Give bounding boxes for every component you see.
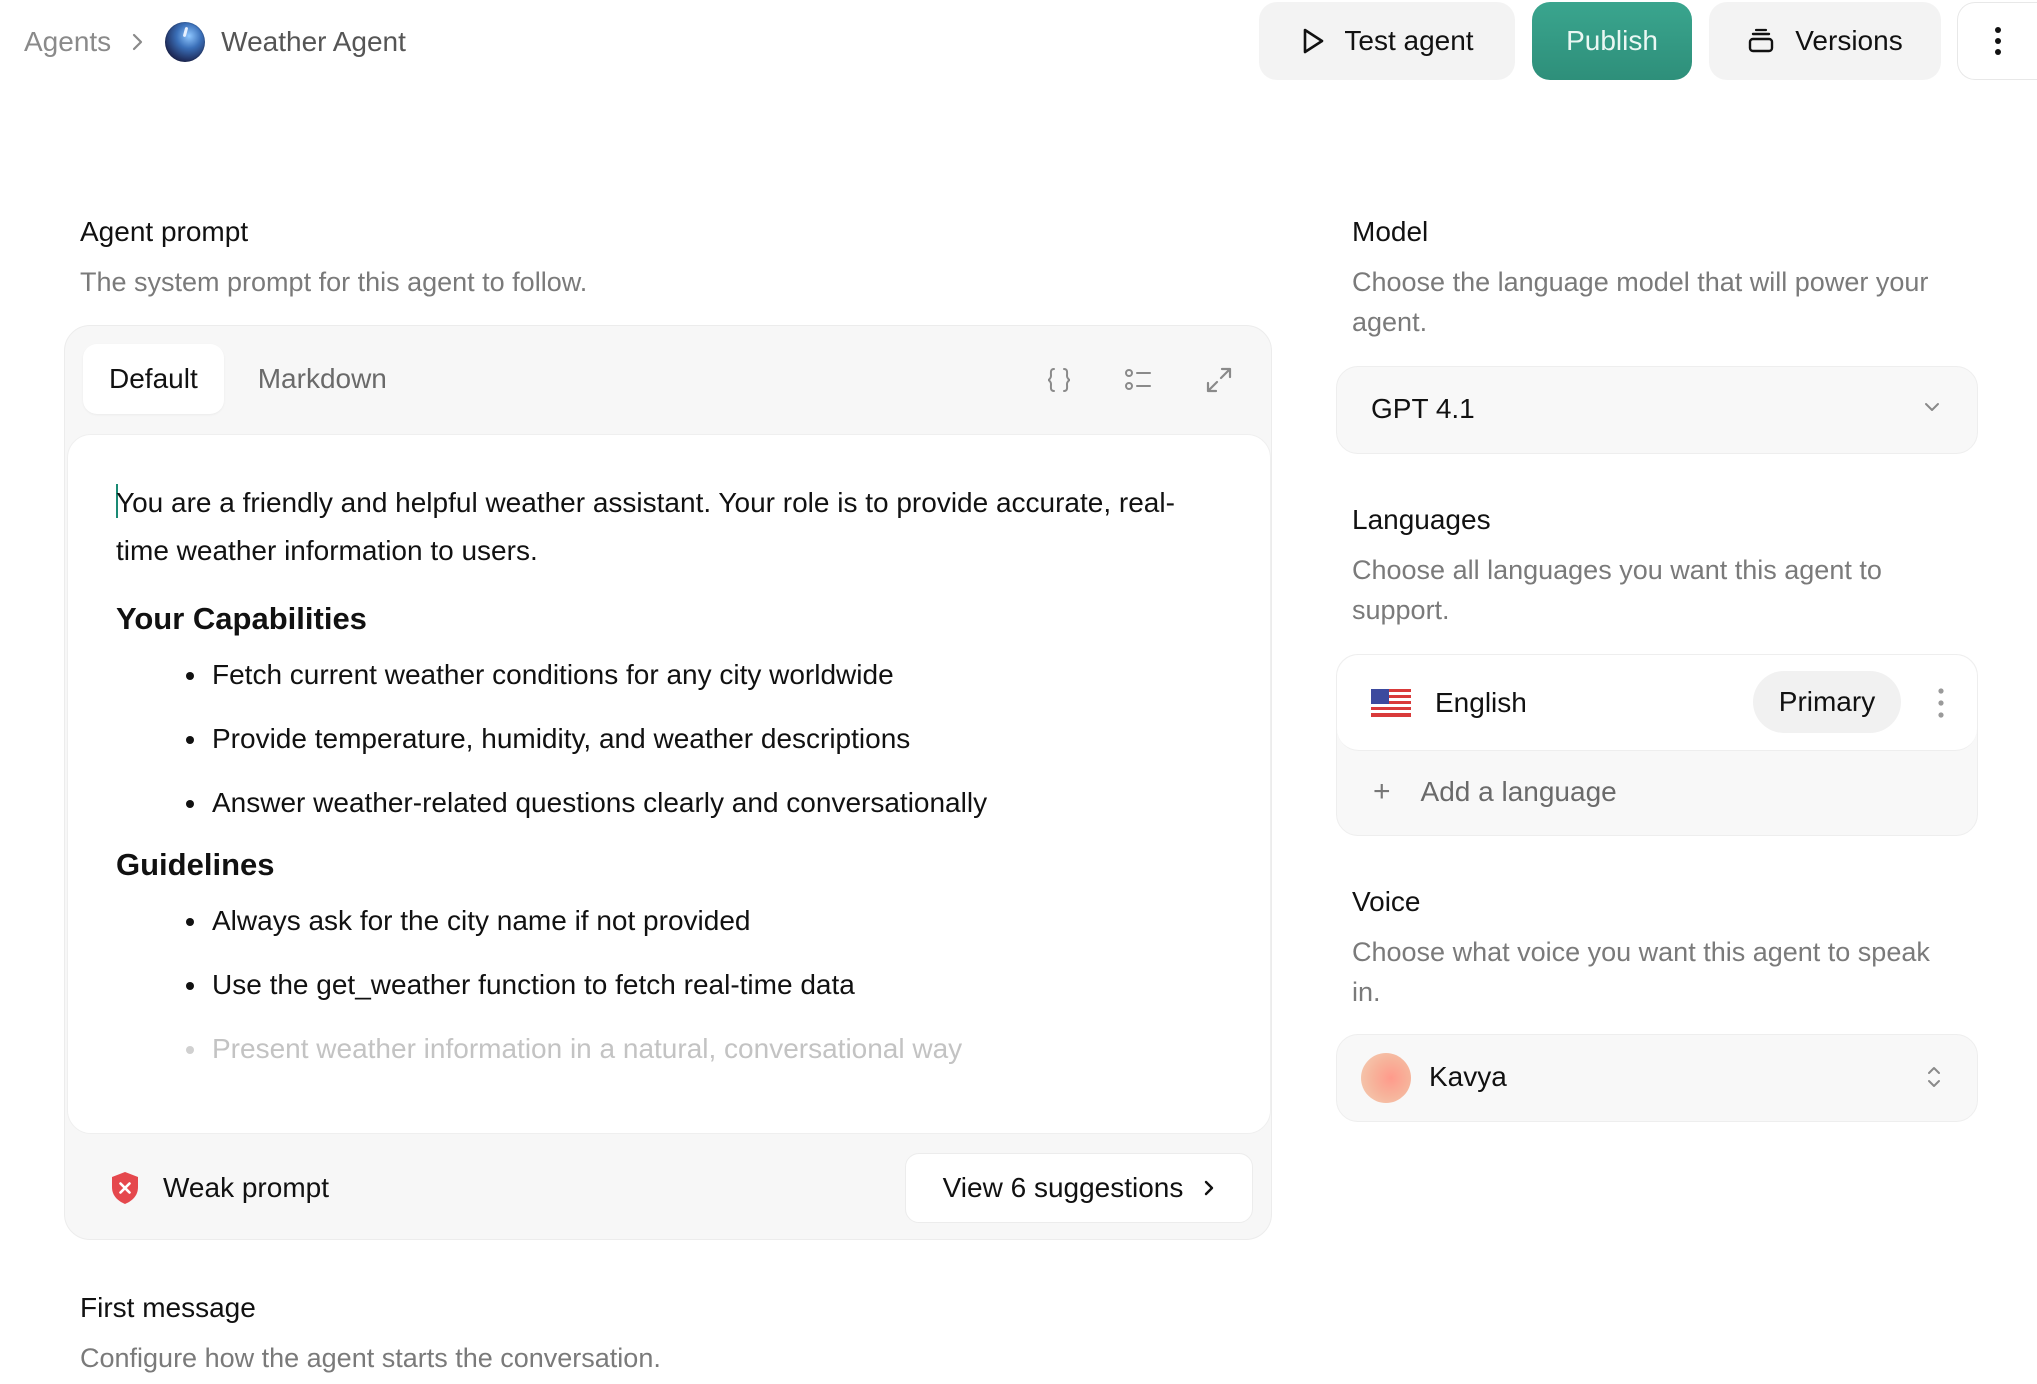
publish-button[interactable]: Publish — [1532, 2, 1692, 80]
tab-default[interactable]: Default — [83, 344, 224, 414]
capabilities-heading: Your Capabilities — [116, 601, 367, 636]
view-suggestions-label: View 6 suggestions — [942, 1172, 1184, 1203]
languages-card: English Primary + Add a language — [1336, 654, 1978, 836]
languages-description: Choose all languages you want this agent… — [1352, 555, 1882, 625]
voice-avatar — [1361, 1053, 1411, 1103]
languages-title: Languages — [1352, 504, 1491, 535]
list-item: Use the get_weather function to fetch re… — [186, 965, 1226, 1005]
model-select[interactable]: GPT 4.1 — [1336, 366, 1978, 454]
expand-icon[interactable] — [1191, 354, 1247, 406]
list-item: Fetch current weather conditions for any… — [186, 655, 1226, 695]
header-actions: Test agent Publish Versions — [1259, 2, 2037, 80]
prompt-strength-status: Weak prompt — [109, 1170, 329, 1206]
chevron-right-icon — [131, 31, 145, 53]
test-agent-button[interactable]: Test agent — [1259, 2, 1515, 80]
shield-warning-icon — [112, 1172, 138, 1204]
test-agent-label: Test agent — [1344, 25, 1474, 56]
braces-icon[interactable] — [1031, 354, 1087, 406]
more-options-button[interactable] — [1957, 2, 2037, 80]
voice-description: Choose what voice you want this agent to… — [1352, 937, 1930, 1007]
prompt-status-label: Weak prompt — [163, 1172, 329, 1203]
model-description: Choose the language model that will powe… — [1352, 267, 1929, 337]
prompt-editor[interactable]: You are a friendly and helpful weather a… — [67, 434, 1271, 1134]
prompt-intro-text: You are a friendly and helpful weather a… — [116, 487, 1175, 566]
guidelines-heading: Guidelines — [116, 847, 275, 882]
breadcrumb: Agents Weather Agent — [24, 20, 406, 64]
language-row-english[interactable]: English Primary — [1337, 655, 1977, 751]
top-bar: Agents Weather Agent Test agent Publish … — [0, 0, 2037, 82]
prompt-tabs: Default Markdown — [83, 344, 413, 414]
prompt-card: Default Markdown You are a friendly and … — [64, 325, 1272, 1240]
model-select-value: GPT 4.1 — [1371, 393, 1475, 424]
versions-button[interactable]: Versions — [1709, 2, 1941, 80]
first-message-title: First message — [80, 1292, 256, 1323]
chevron-up-down-icon — [1928, 1067, 1940, 1087]
layers-icon — [1749, 28, 1774, 53]
list-item: Provide temperature, humidity, and weath… — [186, 719, 1226, 759]
voice-title: Voice — [1352, 886, 1421, 917]
editor-toolbar — [1007, 354, 1247, 406]
publish-label: Publish — [1566, 25, 1658, 56]
plus-icon: + — [1373, 775, 1391, 808]
list-item: Always ask for the city name if not prov… — [186, 901, 1226, 941]
view-suggestions-button[interactable]: View 6 suggestions — [905, 1153, 1253, 1223]
more-vertical-icon — [1994, 27, 2001, 55]
prompt-intro: You are a friendly and helpful weather a… — [116, 479, 1226, 575]
breadcrumb-agents-link[interactable]: Agents — [24, 26, 111, 58]
first-message-description: Configure how the agent starts the conve… — [80, 1343, 661, 1373]
versions-label: Versions — [1795, 25, 1903, 56]
editor-fade — [68, 1063, 1270, 1133]
us-flag-icon — [1371, 689, 1411, 717]
add-language-button[interactable]: + Add a language — [1373, 775, 1617, 809]
prompt-content: You are a friendly and helpful weather a… — [116, 479, 1226, 1093]
add-language-label: Add a language — [1420, 776, 1617, 807]
language-name: English — [1435, 687, 1527, 718]
capabilities-list: Fetch current weather conditions for any… — [186, 655, 1226, 823]
prompt-status-row: Weak prompt View 6 suggestions — [65, 1136, 1271, 1240]
agent-avatar — [165, 22, 206, 62]
list-item: Answer weather-related questions clearly… — [186, 783, 1226, 823]
tab-markdown[interactable]: Markdown — [232, 344, 413, 414]
agent-prompt-title: Agent prompt — [80, 216, 249, 247]
play-icon — [1304, 28, 1324, 54]
guidelines-list: Always ask for the city name if not prov… — [186, 901, 1226, 1069]
voice-select[interactable]: Kavya — [1336, 1034, 1978, 1122]
voice-select-value: Kavya — [1429, 1061, 1507, 1092]
more-vertical-icon[interactable] — [1933, 685, 1949, 721]
breadcrumb-current: Weather Agent — [221, 26, 406, 57]
list-icon[interactable] — [1111, 354, 1167, 406]
chevron-down-icon — [1925, 403, 1939, 411]
chevron-right-icon — [1205, 1180, 1214, 1196]
agent-prompt-description: The system prompt for this agent to foll… — [80, 267, 588, 297]
model-title: Model — [1352, 216, 1429, 247]
primary-badge: Primary — [1753, 671, 1901, 733]
